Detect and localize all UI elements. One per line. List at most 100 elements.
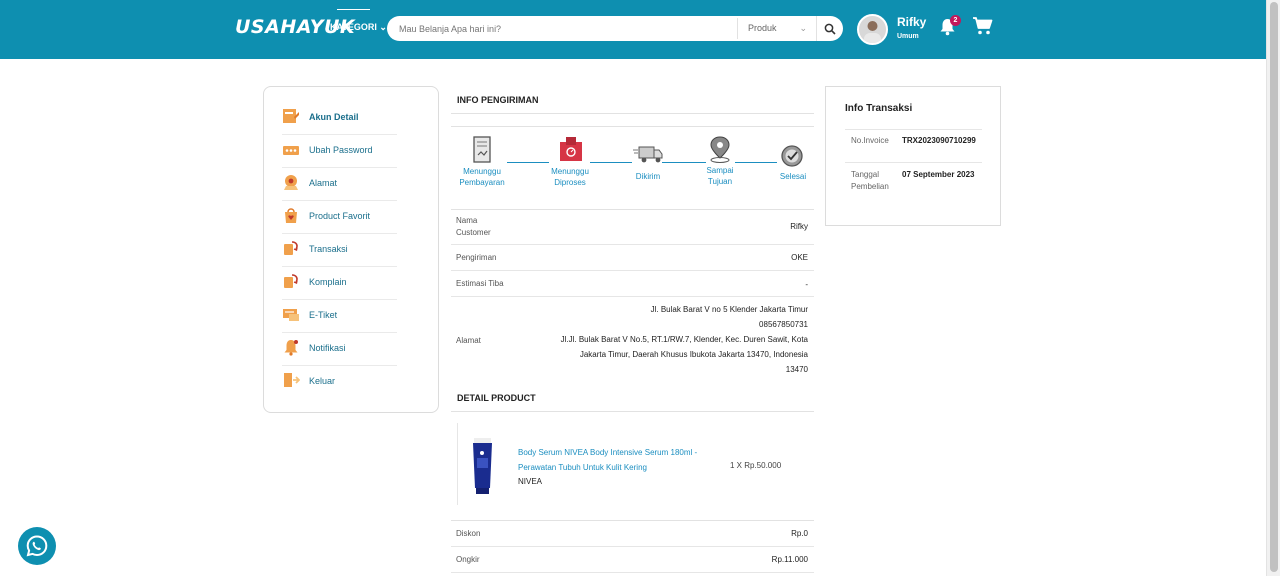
ongkir-label: Ongkir bbox=[456, 555, 480, 564]
sidebar-item-label: Keluar bbox=[309, 376, 336, 386]
step-label: Menunggu bbox=[551, 167, 589, 176]
step-connector bbox=[662, 162, 706, 163]
invoice-value: TRX2023090710299 bbox=[902, 136, 976, 145]
shipping-section-title: INFO PENGIRIMAN bbox=[457, 95, 539, 105]
package-process-icon bbox=[560, 137, 582, 161]
sidebar-item-label: Akun Detail bbox=[309, 112, 359, 122]
scrollbar-thumb[interactable] bbox=[1270, 2, 1278, 572]
alamat-label: Alamat bbox=[456, 336, 481, 345]
location-icon bbox=[284, 175, 298, 190]
transaction-info-title: Info Transaksi bbox=[845, 103, 913, 114]
page-scrollbar[interactable] bbox=[1266, 0, 1280, 576]
user-name[interactable]: Rifky bbox=[897, 15, 926, 29]
alamat-value: Jl. Bulak Barat V no 5 Klender Jakarta T… bbox=[518, 302, 808, 377]
cart-icon bbox=[973, 17, 993, 35]
product-name-line: Body Serum NIVEA Body Intensive Serum 18… bbox=[518, 448, 698, 457]
destination-pin-icon bbox=[710, 136, 730, 163]
sidebar-item-label: Transaksi bbox=[309, 244, 348, 254]
kategori-indicator bbox=[337, 9, 370, 10]
sidebar-item-label: Alamat bbox=[309, 178, 338, 188]
sidebar-item-notifikasi[interactable]: Notifikasi bbox=[282, 333, 397, 366]
divider bbox=[845, 129, 982, 130]
tanggal-label: Tanggal Pembelian bbox=[851, 170, 889, 191]
pengiriman-value: OKE bbox=[791, 253, 808, 262]
password-icon bbox=[283, 146, 299, 155]
step-label: Diproses bbox=[554, 178, 586, 187]
sidebar-item-label: E-Tiket bbox=[309, 310, 338, 320]
kategori-label: KATEGORI bbox=[330, 22, 377, 32]
pengiriman-label: Pengiriman bbox=[456, 253, 497, 262]
search-scope-label: Produk bbox=[748, 23, 777, 33]
step-label: Selesai bbox=[779, 172, 807, 181]
logout-icon bbox=[284, 373, 300, 387]
diskon-label: Diskon bbox=[456, 529, 481, 538]
step-connector bbox=[507, 162, 549, 163]
step-label: Dikirim bbox=[635, 172, 661, 181]
product-name-line: Perawatan Tubuh Untuk Kulit Kering bbox=[518, 463, 647, 472]
step-menunggu-diproses: Menunggu Diproses bbox=[540, 166, 600, 188]
tanggal-value: 07 September 2023 bbox=[902, 170, 975, 179]
sidebar-item-product-favorit[interactable]: Product Favorit bbox=[282, 201, 397, 234]
step-label: Menunggu bbox=[463, 167, 501, 176]
product-brand: NIVEA bbox=[518, 477, 543, 486]
alamat-row: Alamat Jl. Bulak Barat V no 5 Klender Ja… bbox=[451, 297, 814, 379]
step-label: Tujuan bbox=[707, 177, 733, 186]
step-connector bbox=[735, 162, 777, 163]
product-name-link[interactable]: Body Serum NIVEA Body Intensive Serum 18… bbox=[518, 445, 697, 475]
completed-check-icon bbox=[781, 145, 803, 167]
search-icon bbox=[824, 23, 836, 35]
sidebar-item-transaksi[interactable]: Transaksi bbox=[282, 234, 397, 267]
search-button[interactable] bbox=[816, 16, 843, 41]
bell-icon bbox=[284, 340, 298, 356]
sidebar-item-label: Product Favorit bbox=[309, 211, 371, 221]
transaction-icon bbox=[284, 241, 298, 255]
step-label: Pembayaran bbox=[459, 178, 505, 187]
customer-row: Nama Customer Rifky bbox=[451, 210, 814, 245]
pengiriman-row: Pengiriman OKE bbox=[451, 245, 814, 271]
step-menunggu-pembayaran: Menunggu Pembayaran bbox=[452, 166, 512, 188]
cart-button[interactable] bbox=[972, 16, 993, 41]
ticket-icon bbox=[283, 309, 299, 321]
diskon-row: Diskon Rp.0 bbox=[451, 521, 814, 547]
user-avatar[interactable] bbox=[857, 14, 888, 45]
product-qty-price: 1 X Rp.50.000 bbox=[730, 461, 782, 470]
sidebar-item-ubah-password[interactable]: Ubah Password bbox=[282, 135, 397, 168]
sidebar-item-komplain[interactable]: Komplain bbox=[282, 267, 397, 300]
notification-badge: 2 bbox=[950, 15, 961, 26]
sidebar-item-label: Notifikasi bbox=[309, 343, 346, 353]
estimasi-label: Estimasi Tiba bbox=[456, 279, 504, 288]
customer-value: Rifky bbox=[790, 222, 808, 231]
search-bar: Produk ⌄ bbox=[387, 16, 843, 41]
sidebar-item-label: Komplain bbox=[309, 277, 347, 287]
search-scope-select[interactable]: Produk ⌄ bbox=[737, 18, 815, 39]
delivery-truck-icon bbox=[633, 146, 663, 163]
ongkir-row: Ongkir Rp.11.000 bbox=[451, 547, 814, 573]
search-input[interactable] bbox=[399, 20, 729, 37]
sidebar-item-label: Ubah Password bbox=[309, 145, 373, 155]
sidebar-item-keluar[interactable]: Keluar bbox=[282, 366, 397, 399]
diskon-value: Rp.0 bbox=[791, 529, 808, 538]
chevron-down-icon: ⌄ bbox=[799, 23, 807, 33]
estimasi-value: - bbox=[805, 280, 808, 289]
user-role: Umum bbox=[897, 33, 919, 40]
step-label: Sampai bbox=[706, 166, 734, 175]
customer-label: Nama Customer bbox=[456, 216, 491, 237]
kategori-menu-button[interactable]: KATEGORI ⌄ bbox=[330, 22, 387, 33]
divider bbox=[451, 126, 814, 127]
sidebar-item-akun-detail[interactable]: Akun Detail bbox=[282, 102, 397, 135]
person-icon bbox=[859, 16, 886, 43]
product-section-title: DETAIL PRODUCT bbox=[457, 393, 536, 403]
sidebar-item-e-tiket[interactable]: E-Tiket bbox=[282, 300, 397, 333]
alamat-line: Jakarta Timur, Daerah Khusus Ibukota Jak… bbox=[579, 350, 808, 359]
sidebar-item-alamat[interactable]: Alamat bbox=[282, 168, 397, 201]
alamat-line: 13470 bbox=[785, 365, 808, 374]
whatsapp-chat-button[interactable] bbox=[18, 527, 56, 565]
step-sampai-tujuan: Sampai Tujuan bbox=[690, 165, 750, 187]
alamat-phone: 08567850731 bbox=[759, 320, 808, 329]
step-connector bbox=[590, 162, 632, 163]
alamat-line: Jl. Bulak Barat V no 5 Klender Jakarta T… bbox=[650, 305, 808, 314]
product-thumbnail[interactable] bbox=[471, 438, 494, 495]
whatsapp-icon bbox=[26, 535, 48, 557]
divider bbox=[845, 162, 982, 163]
favorite-icon bbox=[285, 208, 297, 223]
